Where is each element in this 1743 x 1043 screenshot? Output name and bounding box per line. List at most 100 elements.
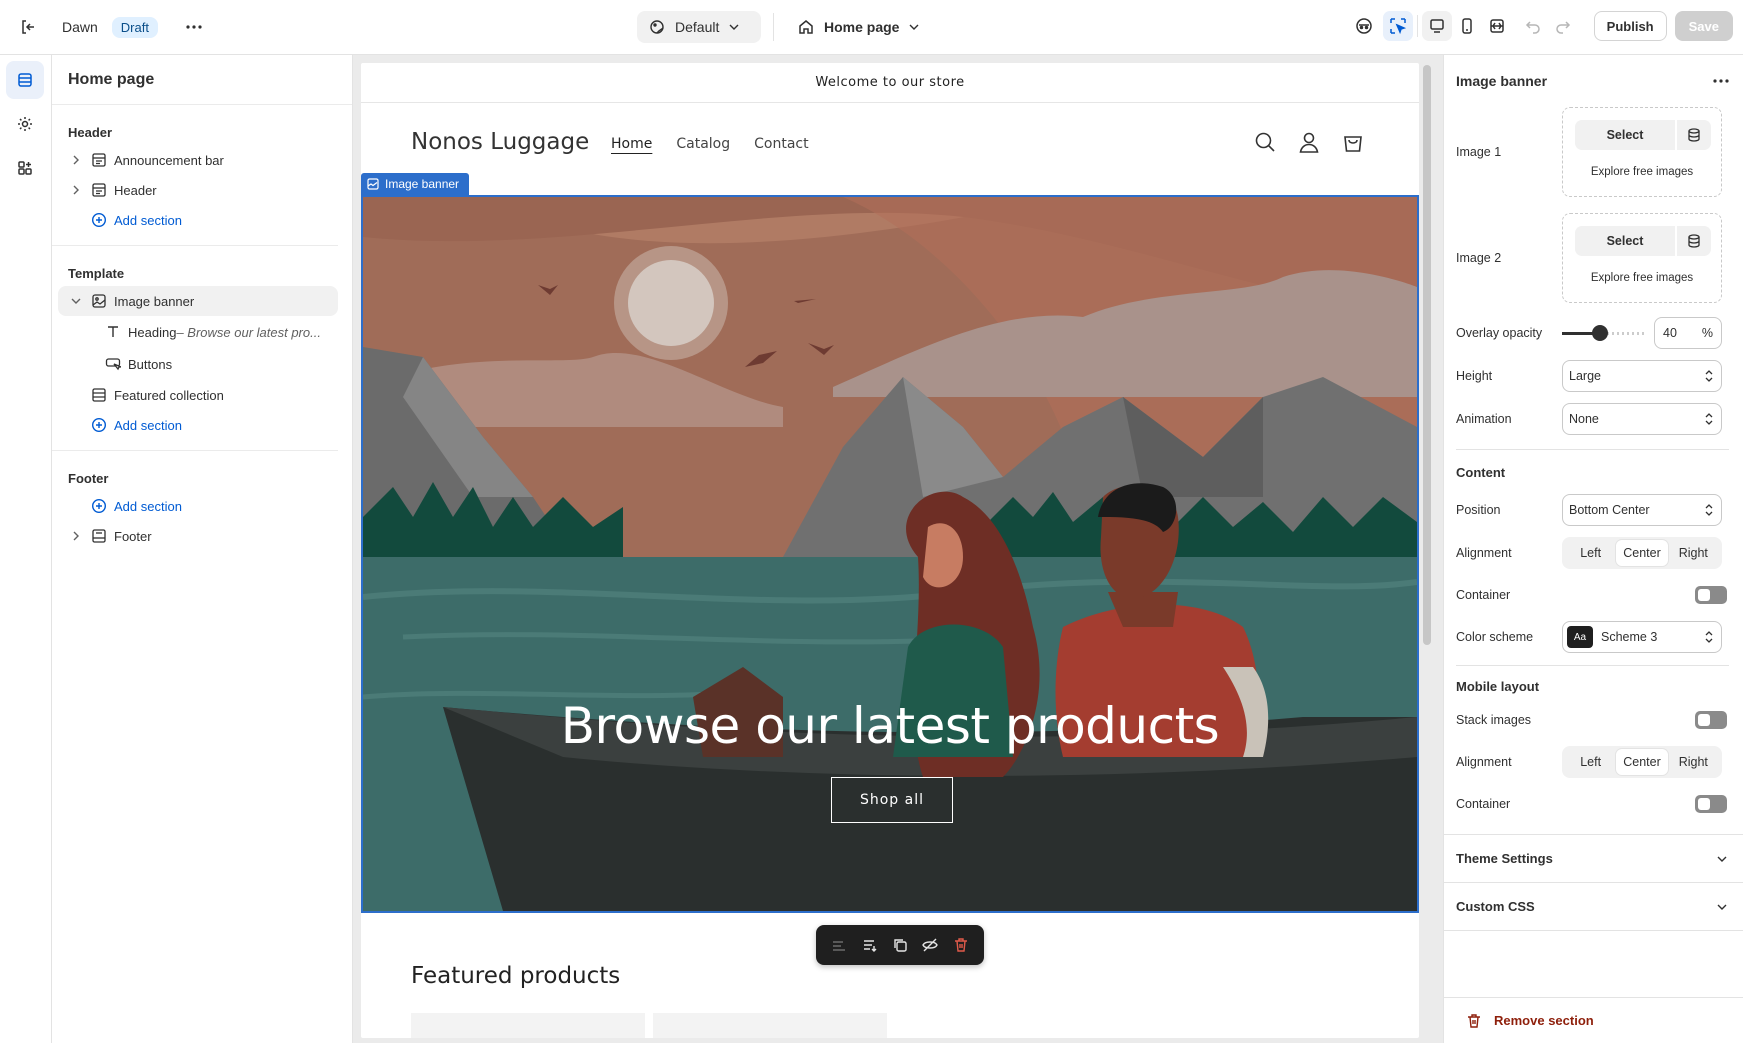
stack-images-toggle[interactable] — [1695, 711, 1727, 729]
align-left-option[interactable]: Left — [1565, 540, 1616, 566]
align-right-option[interactable]: Right — [1668, 749, 1719, 775]
sidekick-button[interactable] — [1349, 11, 1379, 41]
chevron-right-icon[interactable] — [68, 531, 84, 541]
add-section-header[interactable]: Add section — [58, 205, 338, 235]
duplicate-icon[interactable] — [892, 937, 908, 953]
announcement-bar[interactable]: Welcome to our store — [361, 63, 1419, 103]
block-label: Heading — [128, 324, 177, 340]
height-field: Height Large — [1444, 360, 1743, 392]
alignment-segmented-control: Left Center Right — [1562, 537, 1722, 569]
add-section-footer[interactable]: Add section — [58, 491, 338, 521]
color-scheme-select[interactable]: Aa Scheme 3 — [1562, 621, 1722, 653]
theme-settings-collapsible[interactable]: Theme Settings — [1444, 834, 1743, 882]
full-width-icon — [1489, 19, 1504, 33]
image-banner-section[interactable]: Browse our latest products Shop all — [361, 195, 1419, 913]
group-title: Footer — [68, 470, 109, 486]
chevron-right-icon[interactable] — [68, 155, 84, 165]
more-actions-button[interactable] — [180, 13, 208, 41]
container-toggle[interactable] — [1695, 586, 1727, 604]
remove-section-button[interactable]: Remove section — [1444, 997, 1743, 1043]
tree-item-announcement-bar[interactable]: Announcement bar — [58, 145, 338, 175]
align-right-option[interactable]: Right — [1668, 540, 1719, 566]
top-bar: Dawn Draft Default Home page Publish Sav… — [0, 0, 1743, 55]
home-icon — [799, 20, 813, 34]
sections-tab[interactable] — [6, 61, 44, 99]
field-label: Stack images — [1456, 713, 1532, 727]
tree-item-footer[interactable]: Footer — [58, 521, 338, 551]
desktop-view-button[interactable] — [1421, 11, 1452, 41]
block-label: Buttons — [128, 356, 173, 372]
tree-item-image-banner[interactable]: Image banner — [58, 286, 338, 316]
hide-icon[interactable] — [922, 937, 939, 953]
select-arrows-icon — [1705, 370, 1713, 382]
fullscreen-view-button[interactable] — [1482, 11, 1512, 41]
redo-icon — [1555, 21, 1570, 34]
input-unit: % — [1701, 326, 1713, 340]
move-down-icon[interactable] — [862, 937, 878, 953]
mobile-container-toggle[interactable] — [1695, 795, 1727, 813]
page-select[interactable]: Home page — [786, 11, 931, 43]
tree-block-buttons[interactable]: Buttons — [58, 348, 338, 380]
publish-button[interactable]: Publish — [1593, 11, 1667, 41]
tree-item-label: Header — [114, 182, 157, 198]
chevron-down-icon — [1717, 856, 1727, 862]
button-icon — [102, 357, 124, 371]
tree-block-heading[interactable]: Heading – Browse our latest pro... — [58, 316, 338, 348]
tree-item-featured-collection[interactable]: Featured collection — [58, 380, 338, 410]
redo-button[interactable] — [1548, 11, 1578, 41]
nav-link-contact[interactable]: Contact — [754, 136, 808, 152]
store-header[interactable]: Nonos Luggage Home Catalog Contact — [361, 103, 1419, 175]
featured-products-title[interactable]: Featured products — [411, 963, 620, 989]
nav-link-home[interactable]: Home — [611, 136, 652, 152]
mobile-view-button[interactable] — [1452, 11, 1482, 41]
select-image-button[interactable]: Select — [1575, 226, 1675, 256]
account-icon[interactable] — [1298, 131, 1320, 153]
store-logo[interactable]: Nonos Luggage — [411, 129, 589, 155]
save-button[interactable]: Save — [1674, 11, 1733, 41]
chevron-right-icon[interactable] — [68, 185, 84, 195]
align-center-option[interactable]: Center — [1616, 540, 1668, 566]
chevron-down-icon[interactable] — [68, 297, 84, 305]
add-section-template[interactable]: Add section — [58, 410, 338, 440]
product-card[interactable] — [411, 1013, 645, 1038]
theme-preset-select[interactable]: Default — [637, 11, 761, 43]
mobile-layout-heading: Mobile layout — [1456, 678, 1540, 694]
apps-tab[interactable] — [6, 149, 44, 187]
tree-item-header[interactable]: Header — [58, 175, 338, 205]
cart-icon[interactable] — [1342, 131, 1364, 153]
animation-select[interactable]: None — [1562, 403, 1722, 435]
tree-item-label: Image banner — [114, 293, 195, 309]
align-left-option[interactable]: Left — [1565, 749, 1616, 775]
shop-all-button[interactable]: Shop all — [831, 777, 953, 823]
overlay-opacity-input[interactable]: 40 % — [1654, 317, 1722, 349]
library-button[interactable] — [1677, 226, 1711, 256]
collapsible-label: Custom CSS — [1456, 899, 1535, 914]
nav-link-catalog[interactable]: Catalog — [676, 136, 730, 152]
slider-handle[interactable] — [1592, 325, 1608, 341]
overlay-opacity-slider[interactable] — [1562, 323, 1646, 343]
custom-css-collapsible[interactable]: Custom CSS — [1444, 882, 1743, 930]
delete-icon[interactable] — [953, 937, 969, 953]
theme-settings-tab[interactable] — [6, 105, 44, 143]
banner-heading[interactable]: Browse our latest products — [363, 697, 1417, 755]
move-up-icon[interactable] — [831, 937, 847, 953]
library-button[interactable] — [1677, 120, 1711, 150]
product-card[interactable] — [653, 1013, 887, 1038]
select-image-button[interactable]: Select — [1575, 120, 1675, 150]
search-icon[interactable] — [1254, 131, 1276, 153]
image-section-icon — [367, 178, 379, 190]
section-icon — [88, 152, 110, 168]
more-horizontal-icon[interactable] — [1713, 79, 1729, 83]
explore-free-images-link[interactable]: Explore free images — [1563, 166, 1721, 178]
exit-button[interactable] — [12, 11, 44, 43]
align-center-option[interactable]: Center — [1616, 749, 1668, 775]
undo-button[interactable] — [1518, 11, 1548, 41]
section-icon — [88, 182, 110, 198]
explore-free-images-link[interactable]: Explore free images — [1563, 272, 1721, 284]
preview-scrollbar[interactable] — [1423, 65, 1431, 645]
section-tag[interactable]: Image banner — [361, 173, 470, 195]
height-select[interactable]: Large — [1562, 360, 1722, 392]
mobile-alignment-field: Alignment Left Center Right — [1444, 746, 1743, 778]
position-select[interactable]: Bottom Center — [1562, 494, 1722, 526]
inspector-button[interactable] — [1382, 11, 1413, 41]
